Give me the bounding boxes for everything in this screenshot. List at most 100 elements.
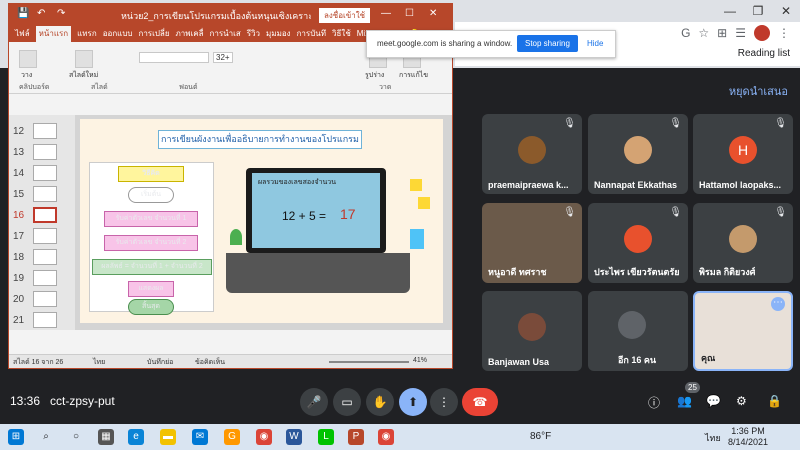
- search-icon[interactable]: ⌕: [38, 429, 54, 445]
- present-icon[interactable]: ⬆: [399, 388, 427, 416]
- windows-start-icon[interactable]: ⊞: [8, 429, 24, 445]
- edge-icon[interactable]: e: [128, 429, 144, 445]
- maximize-icon[interactable]: ☐: [405, 8, 414, 19]
- participant-tile[interactable]: 🎙 พิรมล กิติยวงศ์: [693, 203, 793, 283]
- participant-tile[interactable]: 🎙 Nannapat Ekkathas: [588, 114, 688, 194]
- slide-preview: [33, 186, 57, 202]
- slide-thumbnail[interactable]: 21: [13, 310, 73, 334]
- mic-icon[interactable]: 🎤: [300, 388, 328, 416]
- participant-tile[interactable]: 🎙 H Hattamol laopaks...: [693, 114, 793, 194]
- slide-preview: [33, 228, 57, 244]
- close-icon[interactable]: ✕: [772, 0, 800, 22]
- participant-tile[interactable]: 🎙 ประไพร เขียวรัตนตรัย: [588, 203, 688, 283]
- end-call-button[interactable]: ☎: [462, 388, 498, 416]
- extensions-icon[interactable]: ⊞: [717, 26, 727, 40]
- camera-icon[interactable]: ▭: [333, 388, 361, 416]
- zoom-level[interactable]: 41%: [413, 357, 427, 364]
- raise-hand-icon[interactable]: ✋: [366, 388, 394, 416]
- minimize-icon[interactable]: —: [716, 0, 744, 22]
- tab-home[interactable]: หน้าแรก: [35, 26, 72, 42]
- paste-label: วาง: [21, 72, 33, 79]
- tab-review[interactable]: รีวิว: [247, 26, 260, 42]
- sharing-text: meet.google.com is sharing a window.: [377, 39, 513, 48]
- star-icon[interactable]: ☆: [698, 26, 709, 40]
- tab-design[interactable]: ออกแบบ: [103, 26, 133, 42]
- self-tile[interactable]: ⋯ คุณ: [693, 291, 793, 371]
- tab-file[interactable]: ไฟล์: [15, 26, 30, 42]
- undo-icon[interactable]: ↶: [37, 8, 45, 19]
- font-size-select[interactable]: 32+: [213, 52, 233, 63]
- save-icon[interactable]: 💾: [17, 8, 29, 19]
- slide-preview: [33, 165, 57, 181]
- language[interactable]: ไทย: [93, 357, 105, 368]
- maximize-icon[interactable]: ❐: [744, 0, 772, 22]
- weather-temp[interactable]: 86°F: [530, 431, 551, 442]
- notes-button[interactable]: บันทึกย่อ: [147, 357, 173, 368]
- stop-sharing-button[interactable]: Stop sharing: [517, 35, 578, 52]
- laptop-screen: ผลรวมของเลขสองจำนวน 12 + 5 = 17: [252, 173, 380, 248]
- slide-canvas[interactable]: การเขียนผังงานเพื่ออธิบายการทำงานของโปรแ…: [80, 119, 443, 323]
- task-view-icon[interactable]: ○: [68, 429, 84, 445]
- tab-record[interactable]: การบันทึ: [297, 26, 326, 42]
- more-icon[interactable]: ⋮: [430, 388, 458, 416]
- status-bar: สไลด์ 16 จาก 26 ไทย บันทึกย่อ ข้อคิดเห็น…: [9, 354, 452, 368]
- line-icon[interactable]: L: [318, 429, 334, 445]
- tab-view[interactable]: มุมมอง: [266, 26, 291, 42]
- comments-button[interactable]: ข้อคิดเห็น: [195, 357, 225, 368]
- reading-list-button[interactable]: Reading list: [738, 48, 790, 59]
- participant-name: ประไพร เขียวรัตนตรัย: [594, 267, 680, 277]
- close-icon[interactable]: ✕: [429, 8, 437, 19]
- reading-list-icon[interactable]: ☰: [735, 26, 746, 40]
- tab-transitions[interactable]: การเปลี่ย: [138, 26, 169, 42]
- powerpoint-icon[interactable]: P: [348, 429, 364, 445]
- slide-number: 19: [13, 273, 25, 284]
- flow-process: ผลลัพธ์ = จำนวนที่ 1 + จำนวนที่ 2: [92, 259, 212, 275]
- editing-label: การแก้ไข: [399, 72, 428, 79]
- task-view-2-icon[interactable]: ▦: [98, 429, 114, 445]
- participant-name: Nannapat Ekkathas: [594, 180, 678, 190]
- participant-tile[interactable]: Banjawan Usa: [482, 291, 582, 371]
- sticky-note-icon: [418, 197, 430, 209]
- sum-title: ผลรวมของเลขสองจำนวน: [258, 179, 336, 186]
- system-clock[interactable]: 1:36 PM 8/14/2021: [728, 426, 768, 448]
- chrome-icon[interactable]: ◉: [256, 429, 272, 445]
- tab-slideshow[interactable]: การนำเส: [210, 26, 241, 42]
- tab-help[interactable]: วิธีใช้: [332, 26, 351, 42]
- file-explorer-icon[interactable]: ▬: [160, 429, 176, 445]
- people-icon[interactable]: 👥: [677, 394, 692, 408]
- host-controls-icon[interactable]: 🔒: [767, 394, 782, 408]
- hide-button[interactable]: Hide: [587, 39, 603, 48]
- minimize-icon[interactable]: —: [381, 8, 391, 19]
- slide-number: 20: [13, 294, 25, 305]
- redo-icon[interactable]: ↷: [57, 8, 65, 19]
- zoom-slider[interactable]: [329, 361, 409, 363]
- google-icon[interactable]: G: [681, 26, 690, 40]
- profile-avatar[interactable]: [754, 25, 770, 41]
- more-options-icon[interactable]: ⋯: [771, 297, 785, 311]
- more-participants-tile[interactable]: อีก 16 คน: [588, 291, 688, 371]
- participant-tile[interactable]: 🎙 หนูอาดี ทศราช: [482, 203, 582, 283]
- avatar: [624, 225, 652, 253]
- chat-icon[interactable]: 💬: [706, 394, 721, 408]
- tab-animations[interactable]: ภาพเคลื่: [176, 26, 204, 42]
- tab-insert[interactable]: แทรก: [77, 26, 97, 42]
- paste-button[interactable]: [19, 50, 37, 68]
- slide-preview: [33, 207, 57, 223]
- app-icon[interactable]: G: [224, 429, 240, 445]
- word-icon[interactable]: W: [286, 429, 302, 445]
- info-icon[interactable]: ⓘ: [648, 394, 660, 411]
- new-slide-button[interactable]: [75, 50, 93, 68]
- input-language[interactable]: ไทย: [705, 431, 721, 445]
- sign-in-button[interactable]: ลงชื่อเข้าใช้: [319, 8, 371, 23]
- font-name-select[interactable]: [139, 52, 209, 63]
- slide-number: 18: [13, 252, 25, 263]
- chrome-2-icon[interactable]: ◉: [378, 429, 394, 445]
- participant-tile[interactable]: 🎙 praemaipraewa k...: [482, 114, 582, 194]
- activities-icon[interactable]: ⚙: [736, 394, 747, 408]
- slide-editor: การเขียนผังงานเพื่ออธิบายการทำงานของโปรแ…: [75, 115, 452, 330]
- slide-thumbnails: 12 13 14 15 16 17 18 19 20 21: [9, 115, 75, 330]
- chrome-menu-icon[interactable]: ⋮: [778, 26, 790, 40]
- slide-preview: [33, 123, 57, 139]
- stop-presenting-link[interactable]: หยุดนำเสนอ: [729, 82, 788, 100]
- mail-icon[interactable]: ✉: [192, 429, 208, 445]
